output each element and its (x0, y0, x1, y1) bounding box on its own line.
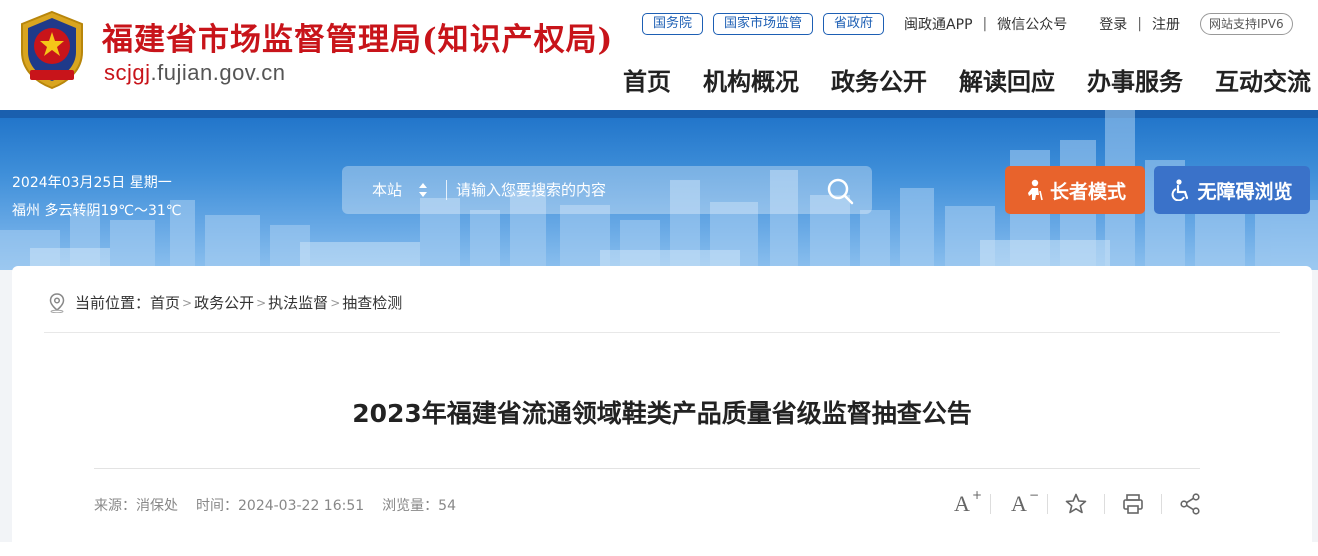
breadcrumb-separator: > (330, 295, 341, 310)
article-time: 时间：2024-03-22 16:51 (196, 498, 365, 514)
login-link[interactable]: 登录 (1099, 14, 1127, 34)
main-nav: 首页 机构概况 政务公开 解读回应 办事服务 互动交流 (623, 62, 1311, 97)
font-increase-icon[interactable]: A + (950, 488, 982, 516)
register-link[interactable]: 注册 (1152, 14, 1180, 34)
breadcrumb-gov-affairs[interactable]: 政务公开 (194, 292, 254, 313)
article-title: 2023年福建省流通领域鞋类产品质量省级监督抽查公告 (352, 399, 972, 428)
site-domain[interactable]: scjgj.fujian.gov.cn (104, 60, 286, 86)
article-meta: 来源：消保处 时间：2024-03-22 16:51 浏览量：54 (94, 495, 474, 515)
date-display: 2024年03月25日 星期一 (12, 175, 172, 191)
print-icon[interactable] (1121, 492, 1145, 516)
divider: | (982, 16, 988, 32)
search-divider (446, 180, 447, 200)
divider (990, 494, 991, 514)
article-source: 来源：消保处 (94, 498, 178, 514)
link-samr[interactable]: 国家市场监管 (713, 13, 814, 35)
link-app[interactable]: 闽政通APP (904, 14, 972, 34)
nav-interpretation[interactable]: 解读回应 (959, 62, 1055, 97)
font-decrease-icon[interactable]: A − (1007, 488, 1039, 516)
divider (1161, 494, 1162, 514)
site-header: 福建省市场监督管理局(知识产权局) scjgj.fujian.gov.cn 国务… (0, 0, 1318, 110)
divider: | (1137, 16, 1142, 32)
search-icon[interactable] (826, 177, 854, 205)
elder-mode-label: 长者模式 (1049, 180, 1126, 203)
article-tools: A + A − (950, 488, 1202, 516)
accessibility-label: 无障碍浏览 (1197, 180, 1293, 203)
article-card: 当前位置： 首页 > 政务公开 > 执法监督 > 抽查检测 2023年福建省流通… (12, 266, 1312, 556)
divider (44, 332, 1280, 333)
breadcrumb-inspection[interactable]: 抽查检测 (342, 292, 402, 313)
national-emblem-icon (21, 10, 83, 90)
share-icon[interactable] (1178, 492, 1202, 516)
link-wechat[interactable]: 微信公众号 (997, 14, 1067, 34)
location-pin-icon (49, 292, 65, 313)
nav-services[interactable]: 办事服务 (1087, 62, 1183, 97)
top-links: 国务院 国家市场监管 省政府 闽政通APP | 微信公众号 登录 | 注册 网站… (642, 12, 1293, 36)
link-state-council[interactable]: 国务院 (642, 13, 704, 35)
nav-gov-affairs[interactable]: 政务公开 (831, 62, 927, 97)
article-views: 浏览量：54 (382, 498, 456, 514)
nav-interaction[interactable]: 互动交流 (1215, 62, 1311, 97)
breadcrumb-separator: > (182, 295, 193, 310)
breadcrumb-enforcement[interactable]: 执法监督 (268, 292, 328, 313)
weather-display: 福州 多云转阴19℃～31℃ (12, 203, 182, 219)
breadcrumb-separator: > (256, 295, 267, 310)
breadcrumb: 当前位置： 首页 > 政务公开 > 执法监督 > 抽查检测 (48, 292, 402, 313)
divider (94, 468, 1200, 469)
domain-rest: .fujian.gov.cn (150, 60, 286, 85)
divider (1104, 494, 1105, 514)
banner: 2024年03月25日 星期一 福州 多云转阴19℃～31℃ 本站 长者模式 无… (0, 110, 1318, 270)
site-title[interactable]: 福建省市场监督管理局(知识产权局) (102, 14, 613, 59)
breadcrumb-prefix: 当前位置： (75, 294, 151, 312)
accessibility-button[interactable]: 无障碍浏览 (1154, 166, 1310, 214)
breadcrumb-home[interactable]: 首页 (150, 292, 180, 313)
link-provincial-gov[interactable]: 省政府 (823, 13, 885, 35)
select-arrows-icon[interactable] (418, 180, 428, 200)
wheelchair-icon (1172, 179, 1189, 201)
search-scope-select[interactable]: 本站 (372, 179, 402, 200)
nav-about[interactable]: 机构概况 (703, 62, 799, 97)
elder-icon (1027, 179, 1043, 201)
ipv6-badge: 网站支持IPV6 (1199, 13, 1293, 35)
divider (1047, 494, 1048, 514)
search-bar: 本站 (342, 166, 872, 214)
elder-mode-button[interactable]: 长者模式 (1005, 166, 1145, 214)
favorite-star-icon[interactable] (1064, 492, 1088, 516)
domain-highlight: scjgj (104, 60, 151, 85)
search-input[interactable] (456, 175, 796, 205)
nav-home[interactable]: 首页 (623, 62, 671, 97)
